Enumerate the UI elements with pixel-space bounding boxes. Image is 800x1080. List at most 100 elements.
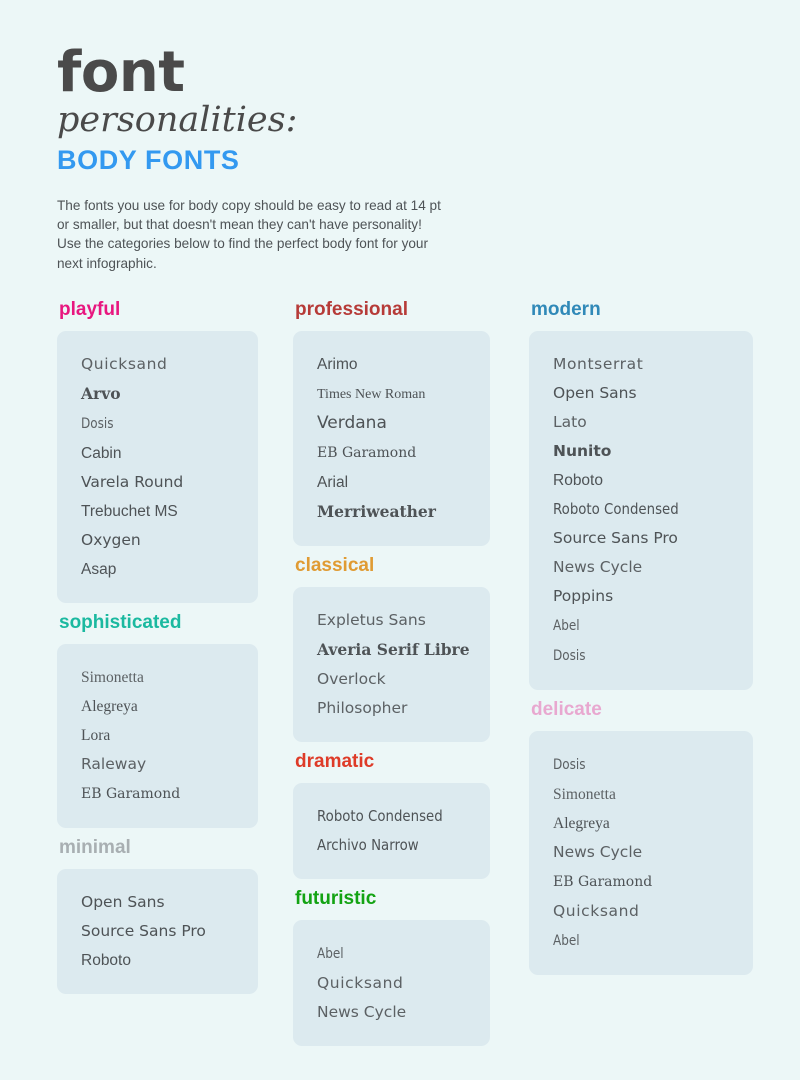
font-list-item[interactable]: Archivo Narrow: [317, 831, 490, 860]
font-list-item[interactable]: Simonetta: [81, 663, 258, 692]
font-name: Quicksand: [81, 355, 168, 373]
font-name: Roboto: [553, 472, 603, 489]
font-list-item[interactable]: Montserrat: [553, 350, 753, 379]
category-card-dramatic: Roboto Condensed Archivo Narrow: [293, 783, 490, 879]
font-name: Montserrat: [553, 355, 644, 373]
category-playful: playful Quicksand Arvo Dosis Cabin Varela Rou…: [57, 298, 258, 603]
font-list-item[interactable]: Open Sans: [81, 888, 258, 917]
font-name: Source Sans Pro: [553, 529, 678, 547]
font-list-item[interactable]: Expletus Sans: [317, 606, 490, 635]
font-name: Expletus Sans: [317, 611, 426, 629]
column-right: modern Montserrat Open Sans Lato Nunito Robot…: [500, 298, 800, 983]
font-list-item[interactable]: Open Sans: [553, 379, 753, 408]
category-title-classical: classical: [295, 555, 375, 576]
font-list-item[interactable]: Lora: [81, 721, 258, 750]
font-name: News Cycle: [553, 558, 643, 576]
font-list-item[interactable]: Dosis: [553, 750, 753, 780]
font-list-item[interactable]: Oxygen: [81, 526, 258, 555]
font-name: Overlock: [317, 670, 386, 688]
font-list-item[interactable]: Nunito: [553, 437, 753, 466]
font-list-item[interactable]: EB Garamond: [81, 779, 258, 809]
font-list-item[interactable]: Averia Serif Libre: [317, 635, 490, 665]
font-list-item[interactable]: Abel: [553, 611, 753, 641]
font-name: Abel: [553, 618, 580, 634]
font-list-item[interactable]: Abel: [317, 939, 490, 969]
font-name: Roboto Condensed: [553, 500, 679, 518]
font-name: Arimo: [317, 356, 358, 373]
font-list-item[interactable]: Arvo: [81, 379, 258, 409]
font-list-item[interactable]: Quicksand: [317, 969, 490, 998]
font-list-item[interactable]: Source Sans Pro: [81, 917, 258, 946]
font-list-item[interactable]: Alegreya: [553, 809, 753, 838]
font-name: Philosopher: [317, 699, 408, 717]
category-card-sophisticated: Simonetta Alegreya Lora Raleway EB Garamond: [57, 644, 258, 828]
font-list-item[interactable]: Source Sans Pro: [553, 524, 753, 553]
font-name: Poppins: [553, 587, 614, 605]
font-name: Abel: [317, 946, 344, 962]
infographic-page: font personalities: BODY FONTS The fonts…: [0, 0, 800, 1080]
category-dramatic: dramatic Roboto Condensed Archivo Narrow: [293, 750, 490, 879]
font-list-item[interactable]: Dosis: [81, 409, 258, 439]
category-card-futuristic: Abel Quicksand News Cycle: [293, 920, 490, 1046]
font-list-item[interactable]: Poppins: [553, 582, 753, 611]
category-card-minimal: Open Sans Source Sans Pro Roboto: [57, 869, 258, 994]
category-title-professional: professional: [295, 299, 408, 320]
font-list-item[interactable]: EB Garamond: [317, 438, 490, 468]
font-name: Verdana: [317, 413, 387, 433]
font-list-item[interactable]: Quicksand: [81, 350, 258, 379]
font-list-item[interactable]: Asap: [81, 555, 258, 584]
font-list-item[interactable]: Overlock: [317, 665, 490, 694]
category-card-delicate: Dosis Simonetta Alegreya News Cycle EB Garam…: [529, 731, 753, 975]
font-list-item[interactable]: Roboto Condensed: [553, 495, 753, 524]
font-name: Quicksand: [553, 902, 640, 920]
font-list-item[interactable]: Roboto: [553, 466, 753, 495]
category-title-playful: playful: [59, 299, 121, 320]
font-list-item[interactable]: Times New Roman: [317, 379, 490, 409]
font-list-item[interactable]: Alegreya: [81, 692, 258, 721]
font-list-item[interactable]: Arial: [317, 468, 490, 497]
font-name: Archivo Narrow: [317, 836, 419, 854]
category-title-modern: modern: [531, 299, 601, 320]
font-list-item[interactable]: Merriweather: [317, 497, 490, 527]
font-name: Dosis: [553, 648, 586, 664]
page-title-kicker: BODY FONTS: [57, 145, 240, 175]
font-name: Abel: [553, 933, 580, 949]
font-name: Source Sans Pro: [81, 922, 206, 940]
font-name: Lato: [553, 413, 587, 431]
font-name: Oxygen: [81, 531, 141, 549]
font-list-item[interactable]: EB Garamond: [553, 867, 753, 897]
font-list-item[interactable]: News Cycle: [553, 553, 753, 582]
font-list-item[interactable]: Dosis: [553, 641, 753, 671]
font-name: Roboto: [81, 952, 131, 969]
font-list-item[interactable]: Verdana: [317, 409, 490, 438]
column-middle: professional Arimo Times New Roman Verdana E…: [268, 298, 500, 1054]
font-name: Arial: [317, 474, 349, 491]
font-list-item[interactable]: News Cycle: [317, 998, 490, 1027]
font-name: Dosis: [553, 757, 586, 773]
font-name: Roboto Condensed: [317, 807, 443, 825]
font-name: News Cycle: [553, 843, 643, 861]
font-list-item[interactable]: Trebuchet MS: [81, 497, 258, 526]
font-name: Arvo: [81, 384, 121, 403]
font-name: EB Garamond: [553, 874, 653, 890]
font-list-item[interactable]: Raleway: [81, 750, 258, 779]
font-list-item[interactable]: Philosopher: [317, 694, 490, 723]
font-name: Raleway: [81, 755, 147, 773]
page-title-main: font: [57, 40, 185, 105]
font-list-item[interactable]: Varela Round: [81, 468, 258, 497]
font-list-item[interactable]: Cabin: [81, 439, 258, 468]
font-name: Lora: [81, 727, 111, 744]
font-list-item[interactable]: Quicksand: [553, 897, 753, 926]
font-list-item[interactable]: Simonetta: [553, 780, 753, 809]
font-name: EB Garamond: [81, 786, 181, 802]
font-list-item[interactable]: Arimo: [317, 350, 490, 379]
font-list-item[interactable]: Lato: [553, 408, 753, 437]
font-list-item[interactable]: Roboto: [81, 946, 258, 975]
font-list-item[interactable]: Roboto Condensed: [317, 802, 490, 831]
font-name: Alegreya: [81, 698, 138, 715]
font-name: Averia Serif Libre: [317, 640, 470, 659]
category-title-futuristic: futuristic: [295, 888, 377, 909]
font-name: Times New Roman: [317, 387, 426, 402]
font-list-item[interactable]: Abel: [553, 926, 753, 956]
font-list-item[interactable]: News Cycle: [553, 838, 753, 867]
